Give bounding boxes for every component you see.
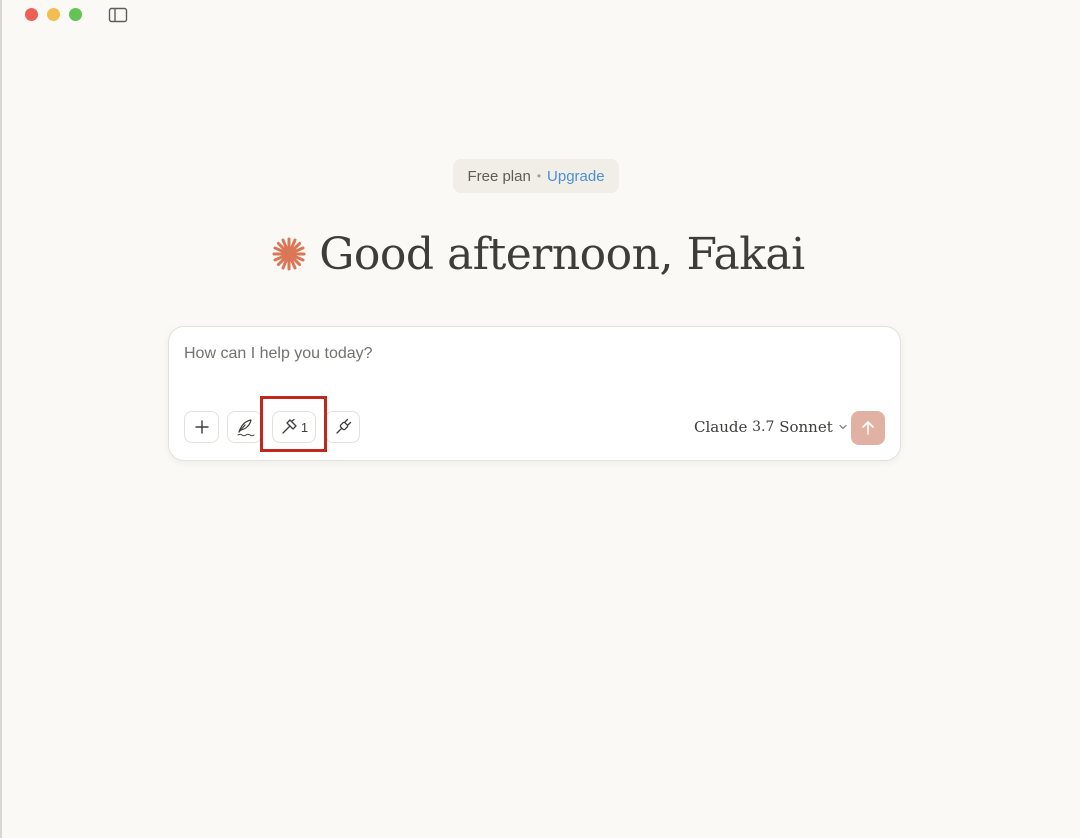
plan-badge: Free plan • Upgrade: [453, 159, 619, 193]
message-input[interactable]: [184, 345, 874, 373]
integrations-button[interactable]: [325, 411, 360, 443]
tools-count: 1: [300, 419, 309, 435]
minimize-window-button[interactable]: [47, 8, 60, 21]
style-button[interactable]: [227, 411, 262, 443]
message-composer: 1 Claude 3.7 Sonnet: [168, 326, 901, 461]
model-name-suffix: Sonnet: [779, 418, 833, 436]
model-selector[interactable]: Claude 3.7 Sonnet: [694, 415, 848, 439]
upgrade-link[interactable]: Upgrade: [547, 168, 605, 185]
plus-icon: [194, 420, 209, 434]
send-button[interactable]: [851, 411, 885, 445]
tools-button[interactable]: 1: [272, 411, 316, 443]
add-content-button[interactable]: [184, 411, 219, 443]
model-version: 3.7: [752, 419, 775, 435]
plan-separator: •: [536, 169, 542, 183]
greeting-header: Good afternoon, Fakai: [0, 222, 1080, 286]
zoom-window-button[interactable]: [69, 8, 82, 21]
starburst-logo-icon: [272, 237, 306, 271]
model-name-prefix: Claude: [694, 418, 748, 436]
sidebar-toggle-button[interactable]: [108, 7, 128, 23]
sidebar-toggle-icon: [108, 7, 128, 23]
greeting-text: Good afternoon, Fakai: [319, 228, 805, 280]
window-left-edge: [0, 0, 2, 838]
hammer-icon: [282, 418, 297, 434]
quill-pen-icon: [237, 419, 254, 437]
plan-label: Free plan: [467, 167, 531, 185]
arrow-up-icon: [862, 421, 874, 435]
close-window-button[interactable]: [25, 8, 38, 21]
window-controls: [25, 8, 82, 21]
plug-icon: [335, 418, 351, 434]
chevron-down-icon: [839, 424, 847, 430]
